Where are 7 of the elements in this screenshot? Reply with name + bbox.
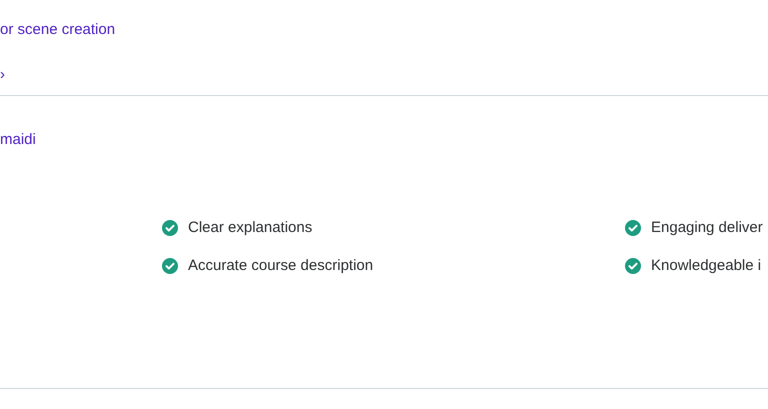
course-link[interactable]: or scene creation	[0, 20, 116, 39]
instructor-link[interactable]: maidi	[0, 131, 36, 148]
chevron-link[interactable]: ›	[0, 65, 5, 84]
highlight-text: Accurate course description	[188, 256, 374, 275]
highlight-text: Knowledgeable i	[651, 256, 762, 275]
highlight-text: Clear explanations	[188, 218, 312, 237]
highlight-text: Engaging deliver	[651, 218, 763, 237]
